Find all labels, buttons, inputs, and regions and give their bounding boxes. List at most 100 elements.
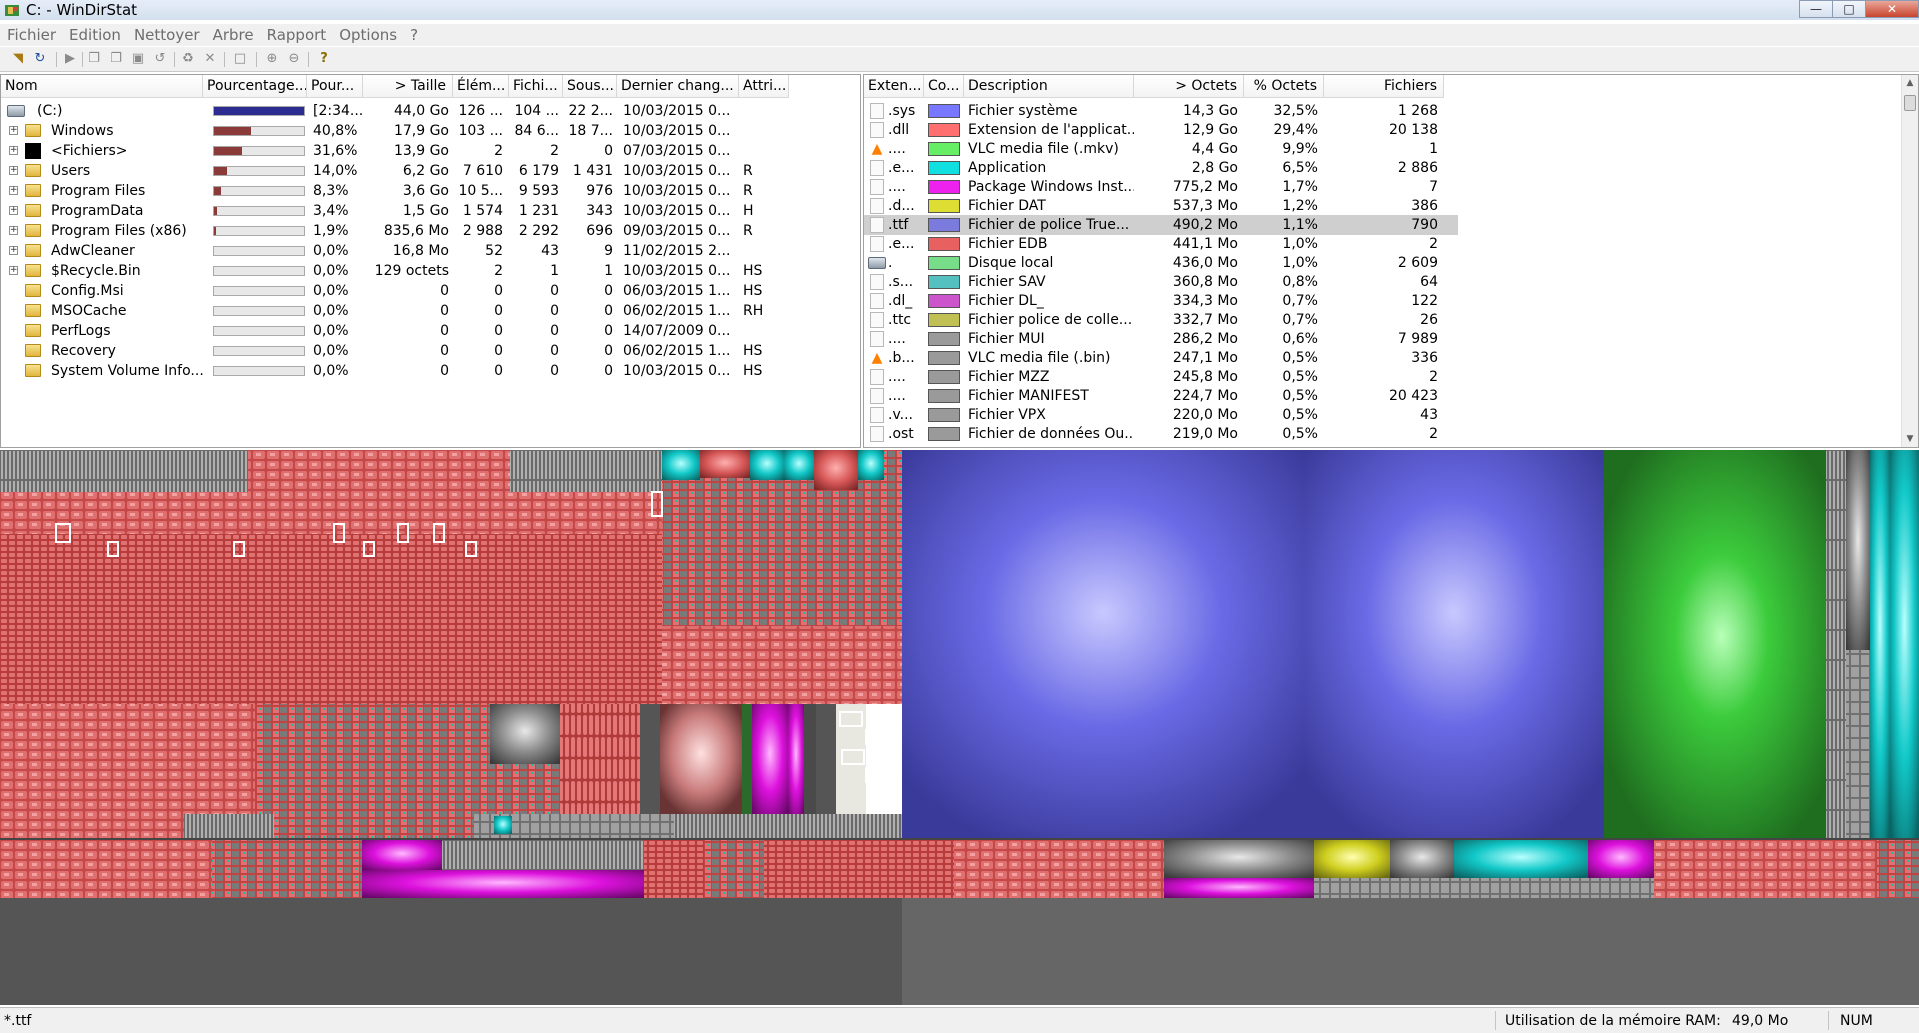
extension-description: Fichier de police True... (968, 217, 1130, 233)
column-header-extension[interactable]: Exten... (864, 75, 924, 98)
help-icon[interactable]: ? (316, 51, 332, 67)
zoom-in-icon[interactable]: ⊕ (264, 51, 280, 67)
tree-size: 16,8 Mo (392, 243, 449, 259)
menu-edition[interactable]: Edition (69, 25, 121, 45)
scroll-thumb[interactable] (1904, 95, 1916, 111)
tree-date: 06/03/2015 1... (623, 283, 731, 299)
column-header-fichiers[interactable]: Fichiers (1324, 75, 1444, 98)
expand-icon[interactable]: + (9, 126, 18, 135)
refresh-selected-icon[interactable]: ↺ (152, 51, 168, 67)
treemap[interactable] (0, 450, 1919, 1005)
tree-row[interactable]: Recovery 0,0% 0 0 0 0 06/02/2015 1... HS (1, 341, 860, 361)
column-header-fichiers[interactable]: Fichi... (509, 75, 563, 98)
tree-row[interactable]: + Users 14,0% 6,2 Go 7 610 6 179 1 431 10/03/20… (1, 161, 860, 181)
drive-icon (7, 105, 25, 117)
extension-description: VLC media file (.bin) (968, 350, 1111, 366)
tree-row[interactable]: (C:) [2:34... 44,0 Go 126 ... 104 ... 22 2...… (1, 101, 860, 121)
tree-attributes: HS (743, 363, 763, 379)
extension-bytes: 360,8 Mo (1172, 274, 1238, 290)
extension-row[interactable]: .... Fichier MANIFEST 224,7 Mo 0,5% 20 423 (864, 386, 1458, 406)
column-header-description[interactable]: Description (964, 75, 1134, 98)
recycle-icon[interactable]: ♻ (180, 51, 196, 67)
tree-row[interactable]: MSOCache 0,0% 0 0 0 0 06/02/2015 1... RH (1, 301, 860, 321)
extension-color-swatch (928, 180, 960, 194)
tree-row[interactable]: PerfLogs 0,0% 0 0 0 0 14/07/2009 0... (1, 321, 860, 341)
scroll-up-icon[interactable]: ▲ (1902, 75, 1918, 91)
column-header-dernier-changement[interactable]: Dernier chang... (617, 75, 739, 98)
explorer-icon[interactable]: ▣ (130, 51, 146, 67)
tree-attributes: R (743, 223, 753, 239)
column-header-sous-dossiers[interactable]: Sous... (563, 75, 617, 98)
extension-row[interactable]: .s... Fichier SAV 360,8 Mo 0,8% 64 (864, 272, 1458, 292)
column-header-pct-octets[interactable]: % Octets (1244, 75, 1324, 98)
extension-scrollbar[interactable]: ▲ ▼ (1901, 75, 1918, 447)
expand-icon[interactable]: + (9, 146, 18, 155)
delete-icon[interactable]: ✕ (202, 51, 218, 67)
column-header-pourcentage[interactable]: Pour... (307, 75, 363, 98)
scroll-down-icon[interactable]: ▼ (1902, 431, 1918, 447)
tree-row[interactable]: + Program Files (x86) 1,9% 835,6 Mo 2 988 2 2… (1, 221, 860, 241)
extension-name: .dll (888, 122, 910, 138)
new-folder-icon[interactable]: □ (232, 51, 248, 67)
extension-row[interactable]: .e... Fichier EDB 441,1 Mo 1,0% 2 (864, 234, 1458, 254)
menu-fichier[interactable]: Fichier (7, 25, 56, 45)
column-header-couleur[interactable]: Co... (924, 75, 964, 98)
refresh-icon[interactable]: ↻ (32, 51, 48, 67)
expand-icon[interactable]: + (9, 266, 18, 275)
minimize-button[interactable]: — (1799, 0, 1833, 18)
open-icon[interactable]: ◥ (10, 51, 26, 67)
extension-row[interactable]: .ttc Fichier police de colle... 332,7 Mo 0,… (864, 310, 1458, 330)
play-icon[interactable]: ▶ (62, 51, 78, 67)
extension-row[interactable]: .v... Fichier VPX 220,0 Mo 0,5% 43 (864, 405, 1458, 425)
menu-rapport[interactable]: Rapport (267, 25, 327, 45)
extension-row[interactable]: .e... Application 2,8 Go 6,5% 2 886 (864, 158, 1458, 178)
tree-row[interactable]: + Program Files 8,3% 3,6 Go 10 5... 9 593 976 1… (1, 181, 860, 201)
column-header-octets[interactable]: > Octets (1134, 75, 1244, 98)
tree-row[interactable]: + AdwCleaner 0,0% 16,8 Mo 52 43 9 11/02/2015 2.… (1, 241, 860, 261)
column-header-elements[interactable]: Élém... (453, 75, 509, 98)
menu-help[interactable]: ? (410, 25, 418, 45)
extension-row[interactable]: .ttf Fichier de police True... 490,2 Mo 1,1… (864, 215, 1458, 235)
extension-row[interactable]: .... Fichier MUI 286,2 Mo 0,6% 7 989 (864, 329, 1458, 349)
file-icon (870, 407, 884, 423)
column-header-taille[interactable]: > Taille (363, 75, 453, 98)
menu-arbre[interactable]: Arbre (213, 25, 254, 45)
extension-row[interactable]: ▲ .b... VLC media file (.bin) 247,1 Mo 0,5% 3… (864, 348, 1458, 368)
file-icon (870, 198, 884, 214)
maximize-button[interactable]: □ (1832, 0, 1866, 18)
column-header-nom[interactable]: Nom (1, 75, 203, 98)
file-icon (870, 122, 884, 138)
expand-icon[interactable]: + (9, 186, 18, 195)
vlc-icon: ▲ (871, 141, 883, 157)
extension-row[interactable]: .sys Fichier système 14,3 Go 32,5% 1 268 (864, 101, 1458, 121)
expand-icon[interactable]: + (9, 246, 18, 255)
expand-icon[interactable]: + (9, 166, 18, 175)
tree-row[interactable]: + ProgramData 3,4% 1,5 Go 1 574 1 231 343 10/03… (1, 201, 860, 221)
extension-row[interactable]: .dll Extension de l'applicat... 12,9 Go 29,… (864, 120, 1458, 140)
tree-items: 0 (494, 323, 503, 339)
extension-row[interactable]: .dl_ Fichier DL_ 334,3 Mo 0,7% 122 (864, 291, 1458, 311)
tree-row[interactable]: + $Recycle.Bin 0,0% 129 octets 2 1 1 10/03/2015… (1, 261, 860, 281)
tree-row[interactable]: Config.Msi 0,0% 0 0 0 0 06/03/2015 1... HS (1, 281, 860, 301)
tree-row[interactable]: System Volume Info... 0,0% 0 0 0 0 10/03/2015 … (1, 361, 860, 381)
extension-row[interactable]: .ost Fichier de données Ou... 219,0 Mo 0,5%… (864, 424, 1458, 444)
menu-nettoyer[interactable]: Nettoyer (134, 25, 200, 45)
column-header-attributs[interactable]: Attri... (739, 75, 789, 98)
column-header-pourcentage-bar[interactable]: Pourcentage... (203, 75, 307, 98)
expand-icon[interactable]: + (9, 226, 18, 235)
extension-row[interactable]: ▲.... VLC media file (.mkv) 4,4 Go 9,9% 1 (864, 139, 1458, 159)
zoom-out-icon[interactable]: ⊖ (286, 51, 302, 67)
extension-row[interactable]: . Disque local 436,0 Mo 1,0% 2 609 (864, 253, 1458, 273)
extension-row[interactable]: .... Fichier MZZ 245,8 Mo 0,5% 2 (864, 367, 1458, 387)
extension-row[interactable]: .... Package Windows Inst... 775,2 Mo 1,7% 7 (864, 177, 1458, 197)
tree-row[interactable]: + Windows 40,8% 17,9 Go 103 ... 84 6... 18 7..… (1, 121, 860, 141)
menu-options[interactable]: Options (339, 25, 397, 45)
tree-size: 0 (440, 323, 449, 339)
extension-row[interactable]: .d... Fichier DAT 537,3 Mo 1,2% 386 (864, 196, 1458, 216)
tree-row[interactable]: + <Fichiers> 31,6% 13,9 Go 2 2 0 07/03/2015 0..… (1, 141, 860, 161)
copy-path-icon[interactable]: ❐ (108, 51, 124, 67)
copy-icon[interactable]: ❐ (86, 51, 102, 67)
treemap-canvas[interactable] (0, 450, 1919, 1005)
close-button[interactable]: ✕ (1865, 0, 1919, 18)
expand-icon[interactable]: + (9, 206, 18, 215)
